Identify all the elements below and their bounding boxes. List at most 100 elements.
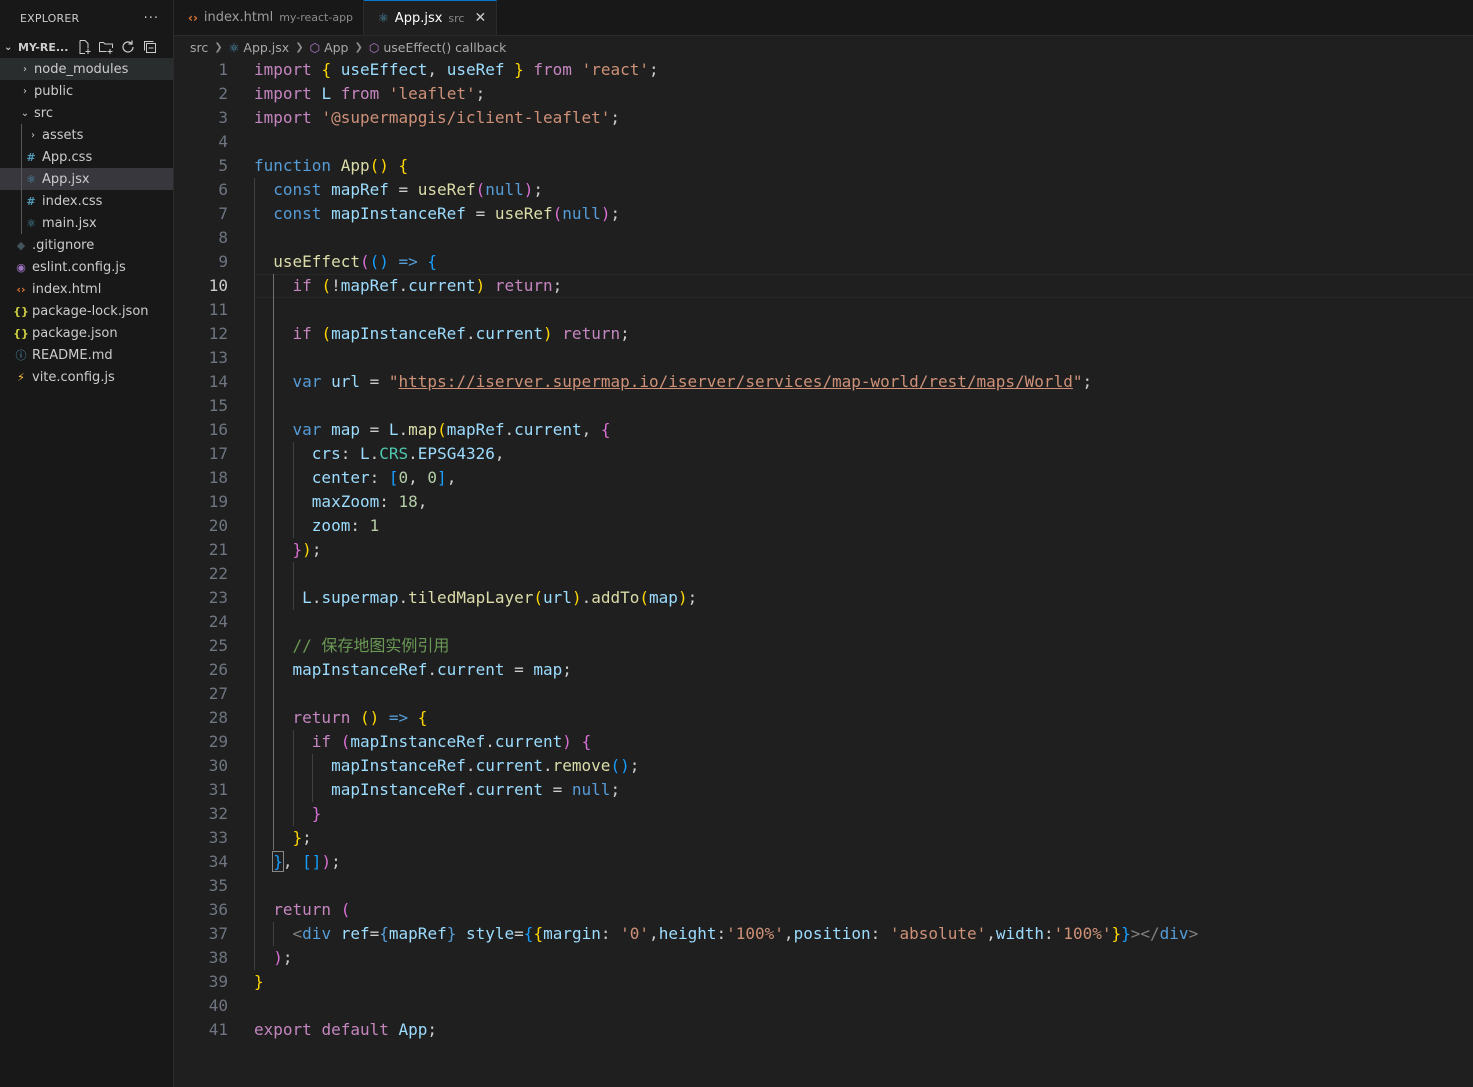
tree-item-src[interactable]: ⌄ src bbox=[0, 102, 173, 124]
code-line[interactable]: 2 import L from 'leaflet'; bbox=[174, 82, 1473, 106]
tab-app-jsx[interactable]: ⚛ App.jsx src ✕ bbox=[364, 0, 498, 35]
code-line[interactable]: 8 bbox=[174, 226, 1473, 250]
code-line[interactable]: 29 if (mapInstanceRef.current) { bbox=[174, 730, 1473, 754]
tree-item-node-modules[interactable]: › node_modules bbox=[0, 58, 173, 80]
code-line[interactable]: 37 <div ref={mapRef} style={{margin: '0'… bbox=[174, 922, 1473, 946]
code-token: , bbox=[783, 924, 794, 943]
code-line[interactable]: 4 bbox=[174, 130, 1473, 154]
code-line[interactable]: 18 center: [0, 0], bbox=[174, 466, 1473, 490]
collapse-all-icon[interactable] bbox=[142, 39, 158, 55]
tab-index-html[interactable]: ‹› index.html my-react-app bbox=[174, 0, 365, 35]
code-line[interactable]: 36 return ( bbox=[174, 898, 1473, 922]
code-token: map bbox=[331, 420, 360, 439]
code-line[interactable]: 12 if (mapInstanceRef.current) return; bbox=[174, 322, 1473, 346]
code-token: useRef bbox=[446, 60, 505, 79]
code-line[interactable]: 28 return () => { bbox=[174, 706, 1473, 730]
code-token: current bbox=[494, 732, 563, 751]
line-number: 7 bbox=[218, 204, 228, 223]
code-token: = bbox=[504, 660, 534, 679]
code-line[interactable]: 38 ); bbox=[174, 946, 1473, 970]
code-line[interactable]: 14 var url = "https://iserver.supermap.i… bbox=[174, 370, 1473, 394]
code-token: url bbox=[331, 372, 360, 391]
line-content: function App() { bbox=[228, 154, 408, 178]
tree-item-eslint-config-js[interactable]: ◉ eslint.config.js bbox=[0, 256, 173, 278]
indent-guide bbox=[254, 418, 255, 442]
tree-item-index-html[interactable]: ‹› index.html bbox=[0, 278, 173, 300]
code-line[interactable]: 33 }; bbox=[174, 826, 1473, 850]
code-line[interactable]: 17 crs: L.CRS.EPSG4326, bbox=[174, 442, 1473, 466]
code-line[interactable]: 11 bbox=[174, 298, 1473, 322]
code-line[interactable]: 27 bbox=[174, 682, 1473, 706]
code-line[interactable]: 39} bbox=[174, 970, 1473, 994]
tree-item--gitignore[interactable]: ◆ .gitignore bbox=[0, 234, 173, 256]
code-token: mapRef bbox=[340, 276, 399, 295]
code-line[interactable]: 21 }); bbox=[174, 538, 1473, 562]
code-line[interactable]: 32 } bbox=[174, 802, 1473, 826]
code-line[interactable]: 41 export default App; bbox=[174, 1018, 1473, 1042]
code-line[interactable]: 7 const mapInstanceRef = useRef(null); bbox=[174, 202, 1473, 226]
tree-item-package-json[interactable]: {} package.json bbox=[0, 322, 173, 344]
breadcrumb-label: App bbox=[324, 39, 349, 55]
code-line[interactable]: 1 import { useEffect, useRef } from 'reac… bbox=[174, 58, 1473, 82]
tree-item-vite-config-js[interactable]: ⚡ vite.config.js bbox=[0, 366, 173, 388]
code-token: ; bbox=[311, 540, 322, 559]
tree-item-assets[interactable]: › assets bbox=[0, 124, 173, 146]
code-line[interactable]: 30 mapInstanceRef.current.remove(); bbox=[174, 754, 1473, 778]
new-file-icon[interactable] bbox=[76, 39, 92, 55]
workspace-root[interactable]: ⌄ MY-RE... bbox=[0, 36, 173, 58]
refresh-icon[interactable] bbox=[120, 39, 136, 55]
code-line[interactable]: 19 maxZoom: 18, bbox=[174, 490, 1473, 514]
line-content: }); bbox=[228, 538, 321, 562]
code-line[interactable]: 22 bbox=[174, 562, 1473, 586]
more-actions-icon[interactable]: ··· bbox=[144, 11, 159, 26]
chevron-down-icon: ⌄ bbox=[4, 41, 13, 53]
code-line[interactable]: 34 }, []); bbox=[174, 850, 1473, 874]
indent-guide bbox=[292, 754, 294, 778]
code-line[interactable]: 40 bbox=[174, 994, 1473, 1018]
tree-item-app-css[interactable]: # App.css bbox=[0, 146, 173, 168]
tree-item-main-jsx[interactable]: ⚛ main.jsx bbox=[0, 212, 173, 234]
code-line[interactable]: 31 mapInstanceRef.current = null; bbox=[174, 778, 1473, 802]
code-line[interactable]: 20 zoom: 1 bbox=[174, 514, 1473, 538]
close-icon[interactable]: ✕ bbox=[474, 10, 486, 26]
tree-item-app-jsx[interactable]: ⚛ App.jsx bbox=[0, 168, 173, 190]
code-line[interactable]: 26 mapInstanceRef.current = map; bbox=[174, 658, 1473, 682]
code-line[interactable]: 13 bbox=[174, 346, 1473, 370]
code-line[interactable]: 9 useEffect(() => { bbox=[174, 250, 1473, 274]
code-editor[interactable]: 1 import { useEffect, useRef } from 'reac… bbox=[174, 58, 1473, 1087]
code-token: > bbox=[1188, 924, 1199, 943]
code-token: , bbox=[417, 492, 428, 511]
code-line[interactable]: 23 L.supermap.tiledMapLayer(url).addTo(m… bbox=[174, 586, 1473, 610]
code-token: ; bbox=[331, 852, 341, 871]
breadcrumb-item[interactable]: ⬡ useEffect() callback bbox=[369, 40, 507, 55]
code-token: L bbox=[359, 444, 370, 463]
code-line[interactable]: 6 const mapRef = useRef(null); bbox=[174, 178, 1473, 202]
code-token: . bbox=[398, 420, 409, 439]
code-token: import bbox=[254, 60, 312, 79]
tree-item-package-lock-json[interactable]: {} package-lock.json bbox=[0, 300, 173, 322]
code-token: . bbox=[504, 420, 515, 439]
line-number: 14 bbox=[208, 372, 228, 391]
code-line[interactable]: 5 function App() { bbox=[174, 154, 1473, 178]
tree-item-readme-md[interactable]: ⓘ README.md bbox=[0, 344, 173, 366]
tree-item-index-css[interactable]: # index.css bbox=[0, 190, 173, 212]
code-token: ; bbox=[533, 180, 544, 199]
code-line[interactable]: 24 bbox=[174, 610, 1473, 634]
code-line[interactable]: 3 import '@supermapgis/iclient-leaflet'; bbox=[174, 106, 1473, 130]
code-line[interactable]: 25 // 保存地图实例引用 bbox=[174, 634, 1473, 658]
code-line[interactable]: 15 bbox=[174, 394, 1473, 418]
breadcrumb-item[interactable]: src bbox=[190, 40, 208, 55]
tree-item-public[interactable]: › public bbox=[0, 80, 173, 102]
code-line[interactable]: 35 bbox=[174, 874, 1473, 898]
react-icon: ⚛ bbox=[26, 216, 36, 230]
react-icon: ⚛ bbox=[378, 11, 389, 25]
new-folder-icon[interactable] bbox=[98, 39, 114, 55]
breadcrumb-item[interactable]: ⚛ App.jsx bbox=[229, 40, 290, 55]
code-token: 0 bbox=[398, 468, 409, 487]
code-line[interactable]: 16 var map = L.map(mapRef.current, { bbox=[174, 418, 1473, 442]
line-content: maxZoom: 18, bbox=[228, 490, 427, 514]
breadcrumb-item[interactable]: ⬡ App bbox=[310, 40, 349, 55]
code-line[interactable]: 10 if (!mapRef.current) return; bbox=[174, 274, 1473, 298]
